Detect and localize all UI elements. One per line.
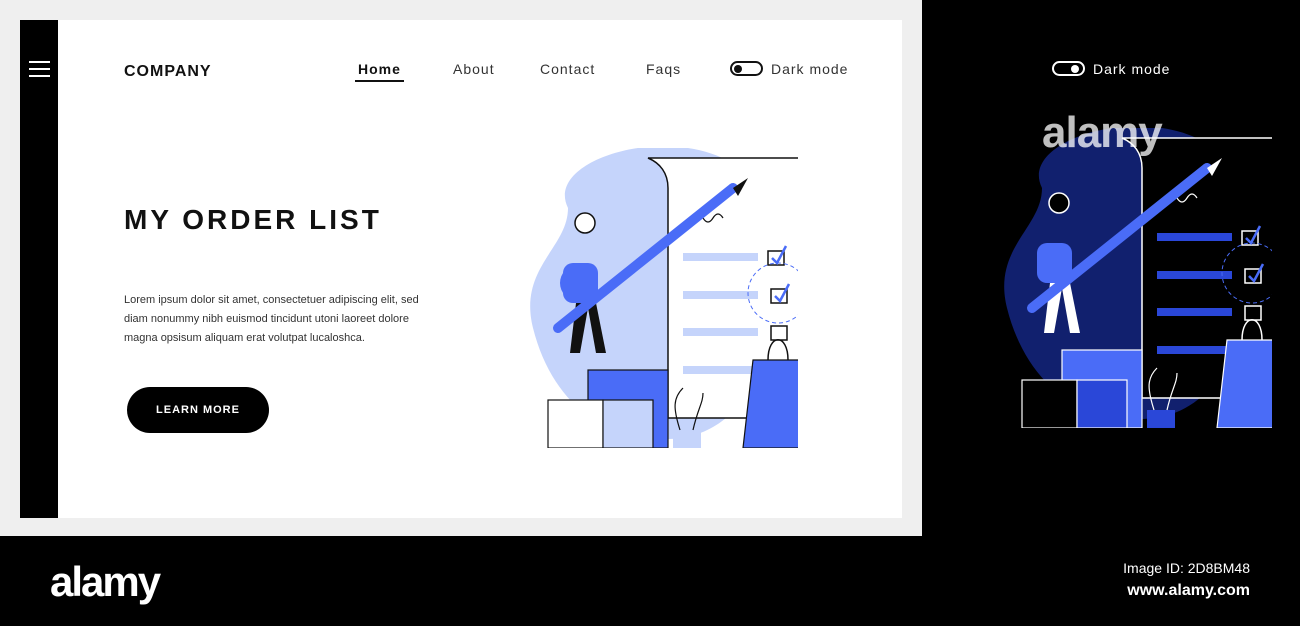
list-line	[1157, 233, 1232, 241]
brand-logo: COMPANY	[124, 63, 212, 80]
dark-mode-label: Dark mode	[771, 61, 849, 77]
list-line	[683, 328, 758, 336]
learn-more-button[interactable]: LEARN MORE	[127, 387, 269, 433]
alamy-logo: alamy	[50, 558, 161, 605]
person-head	[1048, 192, 1070, 214]
list-line	[1157, 346, 1232, 354]
box-icon	[1021, 379, 1078, 428]
list-line	[683, 253, 758, 261]
watermark-logo: alamy	[1042, 108, 1163, 157]
list-line	[1157, 308, 1232, 316]
dark-mode-toggle-dark[interactable]	[1052, 61, 1085, 76]
box-icon	[602, 399, 654, 448]
dark-mode-label-dark: Dark mode	[1093, 61, 1171, 77]
toggle-knob	[734, 64, 742, 73]
order-list-illustration-dark	[1004, 128, 1272, 428]
shopping-bag-icon	[1216, 339, 1272, 428]
landing-page: COMPANY Home About Contact Faqs Dark mod…	[58, 20, 902, 518]
image-id: Image ID: 2D8BM48	[1123, 560, 1250, 576]
hamburger-menu-icon[interactable]	[29, 61, 50, 77]
nav-home[interactable]: Home	[355, 61, 404, 82]
order-list-illustration	[530, 148, 798, 448]
person-head	[574, 212, 596, 234]
hero-description: Lorem ipsum dolor sit amet, consectetuer…	[124, 294, 419, 344]
page-title: MY ORDER LIST	[124, 204, 382, 235]
dark-mode-preview: Dark mode	[922, 0, 1300, 536]
list-line	[683, 291, 758, 299]
plant-pot	[1147, 410, 1175, 428]
box-icon	[547, 399, 604, 448]
list-line	[683, 366, 758, 374]
dark-mode-toggle[interactable]	[730, 61, 763, 76]
sidebar	[20, 20, 58, 518]
box-icon	[1076, 379, 1128, 428]
list-line	[1157, 271, 1232, 279]
nav-about[interactable]: About	[453, 61, 495, 77]
site-url: www.alamy.com	[1127, 582, 1250, 599]
stock-footer: alamy Image ID: 2D8BM48 www.alamy.com	[0, 536, 1300, 626]
plant-pot	[673, 430, 701, 448]
toggle-knob	[1071, 64, 1079, 73]
nav-faqs[interactable]: Faqs	[646, 61, 681, 77]
nav-contact[interactable]: Contact	[540, 61, 595, 77]
shopping-bag-icon	[742, 359, 798, 448]
